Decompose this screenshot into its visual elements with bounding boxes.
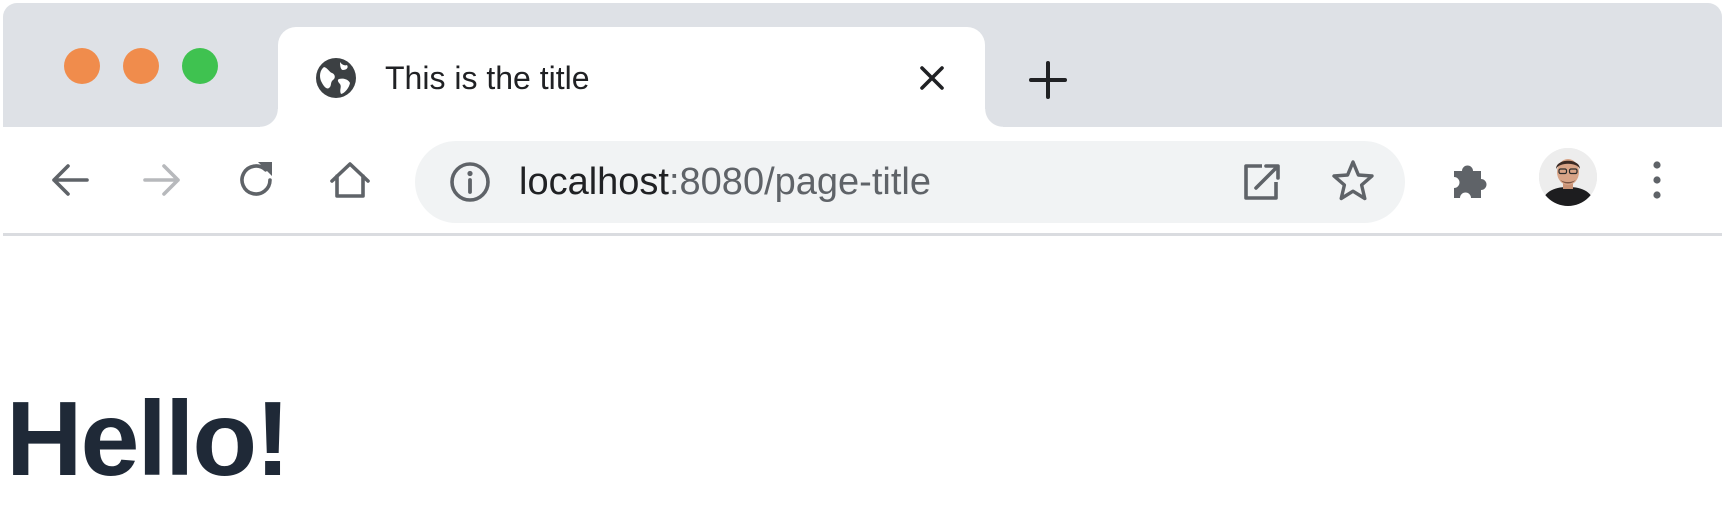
extensions-button[interactable]	[1448, 157, 1494, 203]
address-url: localhost:8080/page-title	[519, 158, 931, 206]
back-button[interactable]	[47, 157, 93, 203]
arrow-left-icon	[52, 164, 89, 196]
browser-menu-button[interactable]	[1634, 157, 1680, 203]
avatar[interactable]	[1539, 148, 1597, 206]
window-minimize-button[interactable]	[123, 48, 159, 84]
page-heading: Hello!	[6, 380, 290, 498]
forward-button[interactable]	[139, 157, 185, 203]
url-host: localhost	[519, 161, 669, 203]
window-zoom-button[interactable]	[182, 48, 218, 84]
page-content: Hello!	[3, 236, 1722, 506]
url-path: :8080/page-title	[668, 161, 931, 203]
puzzle-icon	[1454, 165, 1487, 198]
reload-icon	[240, 162, 272, 196]
reload-button[interactable]	[233, 157, 279, 203]
arrow-right-icon	[143, 164, 180, 196]
home-icon	[330, 162, 370, 198]
open-external-icon[interactable]	[1238, 160, 1282, 204]
address-bar[interactable]: localhost:8080/page-title	[415, 141, 1405, 223]
browser-window: This is the title localhost:8080/page-ti…	[3, 3, 1722, 506]
info-icon[interactable]	[448, 160, 492, 204]
new-tab-button[interactable]	[1026, 58, 1070, 102]
star-icon[interactable]	[1330, 158, 1376, 204]
tab-strip: This is the title	[3, 3, 1722, 127]
home-button[interactable]	[327, 157, 373, 203]
tab-title: This is the title	[385, 60, 590, 96]
close-icon[interactable]	[914, 60, 950, 96]
kebab-menu-icon	[1653, 161, 1661, 199]
plus-icon	[1029, 61, 1067, 99]
globe-icon	[315, 57, 357, 99]
window-close-button[interactable]	[64, 48, 100, 84]
toolbar: localhost:8080/page-title	[3, 127, 1722, 236]
tab-active[interactable]: This is the title	[260, 27, 1003, 127]
